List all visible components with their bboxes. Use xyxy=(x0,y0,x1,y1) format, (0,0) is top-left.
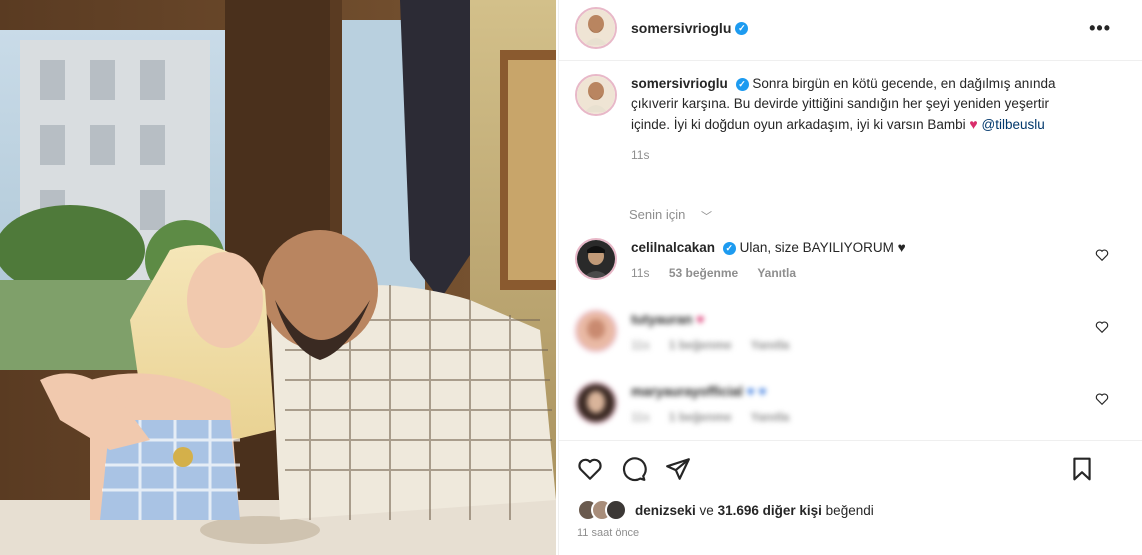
comment-meta: 11s 1 beğenme Yanıtla xyxy=(631,338,1071,352)
likes-summary[interactable]: denizseki ve 31.696 diğer kişi beğendi xyxy=(577,499,874,521)
action-bar xyxy=(577,456,1129,482)
likes-suffix: beğendi xyxy=(825,502,874,518)
liker-avatars xyxy=(577,499,627,521)
verified-badge-icon: ✓ xyxy=(735,21,749,35)
post-header: somersivrioglu ✓ ••• xyxy=(575,6,1127,50)
reply-button[interactable]: Yanıtla xyxy=(757,266,796,280)
black-heart-emoji-icon: ♥ xyxy=(897,240,906,255)
post-photo-image xyxy=(0,0,556,555)
comment-avatar[interactable] xyxy=(575,382,617,424)
reply-button[interactable]: Yanıtla xyxy=(751,338,790,352)
comment-likes[interactable]: 1 beğenme xyxy=(669,338,732,352)
verified-badge-icon: ✓ xyxy=(722,242,736,255)
bookmark-icon[interactable] xyxy=(1069,456,1095,482)
comment-likes[interactable]: 53 beğenme xyxy=(669,266,738,280)
caption-time: 11s xyxy=(631,148,650,162)
comment-item: celilnalcakan ✓ Ulan, size BAYILIYORUM ♥… xyxy=(575,238,1127,280)
caption-body: somersivrioglu ✓ Sonra birgün en kötü ge… xyxy=(631,74,1083,165)
emoji-icon: ♥ ♥ xyxy=(746,384,767,399)
caption-text-block: somersivrioglu ✓ Sonra birgün en kötü ge… xyxy=(631,74,1083,135)
comment-time: 11s xyxy=(631,338,650,352)
heart-outline-icon[interactable] xyxy=(1095,320,1109,334)
comment-likes[interactable]: 1 beğenme xyxy=(669,410,732,424)
heart-outline-icon[interactable] xyxy=(1095,392,1109,406)
reply-button[interactable]: Yanıtla xyxy=(751,410,790,424)
avatar-image xyxy=(577,9,615,47)
comment-item: tutyauran ♥ 11s 1 beğenme Yanıtla xyxy=(575,310,1127,352)
comment-text-block: tutyauran ♥ xyxy=(631,310,1071,330)
comment-username[interactable]: celilnalcakan xyxy=(631,240,715,255)
verified-badge-icon: ✓ xyxy=(735,78,749,91)
comment-text-block: maryaurayofficial ♥ ♥ xyxy=(631,382,1071,402)
caption-mention[interactable]: @tilbeuslu xyxy=(982,117,1045,132)
post-panel: somersivrioglu ✓ ••• somersivrioglu ✓ So… xyxy=(558,0,1142,555)
more-options-icon[interactable]: ••• xyxy=(1089,18,1111,39)
comments-divider xyxy=(559,440,1142,441)
heart-emoji-icon: ♥ xyxy=(696,312,705,327)
comment-time: 11s xyxy=(631,410,650,424)
post-caption: somersivrioglu ✓ Sonra birgün en kötü ge… xyxy=(575,74,1127,165)
comment-avatar[interactable] xyxy=(575,238,617,280)
chevron-down-icon[interactable]: ﹀ xyxy=(701,208,712,224)
post-photo[interactable] xyxy=(0,0,556,555)
comment-meta: 11s 53 beğenme Yanıtla xyxy=(631,266,1071,280)
comment-text: Ulan, size BAYILIYORUM xyxy=(739,240,894,255)
avatar-image xyxy=(577,312,615,350)
avatar-image xyxy=(577,240,615,278)
avatar-image xyxy=(577,76,615,114)
comment-username[interactable]: maryaurayofficial xyxy=(631,384,743,399)
like-heart-icon[interactable] xyxy=(577,456,603,482)
comment-avatar[interactable] xyxy=(575,310,617,352)
comment-body: celilnalcakan ✓ Ulan, size BAYILIYORUM ♥… xyxy=(631,238,1071,280)
comment-meta: 11s 1 beğenme Yanıtla xyxy=(631,410,1071,424)
heart-emoji-icon: ♥ xyxy=(969,116,978,132)
comment-body: tutyauran ♥ 11s 1 beğenme Yanıtla xyxy=(631,310,1071,352)
comment-bubble-icon[interactable] xyxy=(621,456,647,482)
author-avatar[interactable] xyxy=(575,7,617,49)
likes-connector: ve xyxy=(699,502,714,518)
liker-username[interactable]: denizseki xyxy=(635,503,696,518)
author-username[interactable]: somersivrioglu xyxy=(631,20,731,36)
likes-others-count[interactable]: 31.696 diğer kişi xyxy=(718,503,822,518)
comment-body: maryaurayofficial ♥ ♥ 11s 1 beğenme Yanı… xyxy=(631,382,1071,424)
comment-time: 11s xyxy=(631,266,650,280)
comment-item: maryaurayofficial ♥ ♥ 11s 1 beğenme Yanı… xyxy=(575,382,1127,424)
comment-username[interactable]: tutyauran xyxy=(631,312,693,327)
paper-plane-icon[interactable] xyxy=(665,456,691,482)
avatar-image xyxy=(577,384,615,422)
post-timestamp: 11 saat önce xyxy=(577,527,640,539)
caption-avatar[interactable] xyxy=(575,74,617,116)
header-divider xyxy=(559,60,1142,61)
caption-username[interactable]: somersivrioglu xyxy=(631,76,728,91)
liker-avatar xyxy=(605,499,627,521)
comment-text-block: celilnalcakan ✓ Ulan, size BAYILIYORUM ♥ xyxy=(631,238,1071,258)
comment-sort-label[interactable]: Senin için xyxy=(629,207,685,222)
heart-outline-icon[interactable] xyxy=(1095,248,1109,262)
